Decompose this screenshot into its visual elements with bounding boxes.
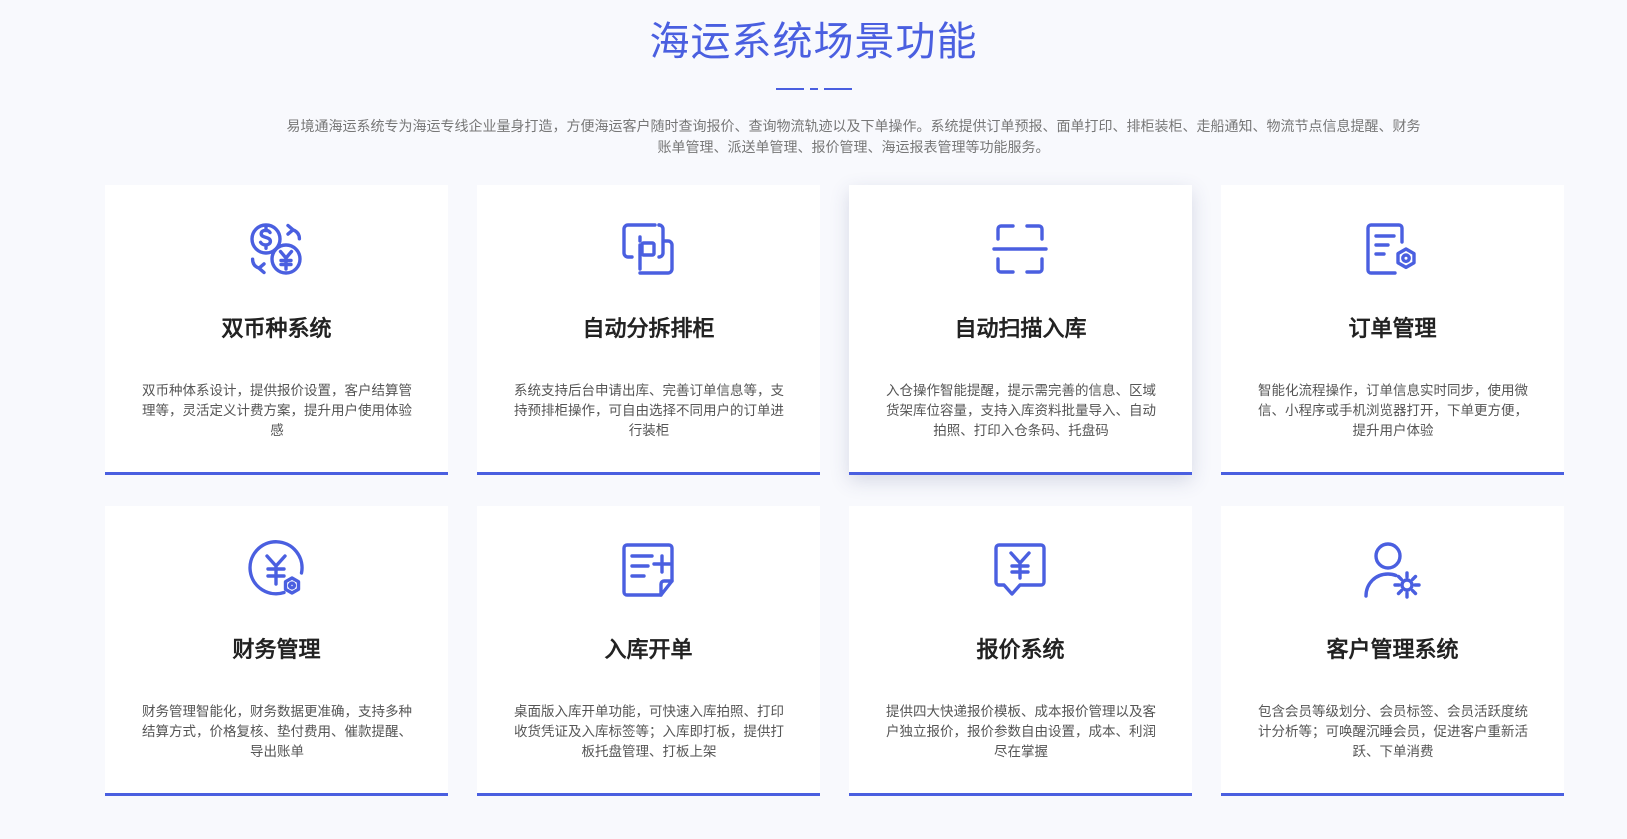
feature-title: 入库开单	[604, 638, 693, 663]
finance-yen-icon	[246, 540, 306, 600]
title-divider	[775, 88, 852, 91]
feature-card-inbound-order[interactable]: 入库开单 桌面版入库开单功能，可快速入库拍照、打印收货凭证及入库标签等；入库即打…	[477, 506, 820, 796]
feature-title: 订单管理	[1348, 317, 1437, 342]
document-add-icon	[618, 540, 678, 600]
scan-icon	[990, 219, 1050, 279]
page-description: 易境通海运系统专为海运专线企业量身打造，方便海运客户随时查询报价、查询物流轨迹以…	[286, 119, 1421, 156]
feature-text: 提供四大快递报价模板、成本报价管理以及客户独立报价，报价参数自由设置，成本、利润…	[886, 704, 1156, 760]
feature-card-dual-currency[interactable]: 双币种系统 双币种体系设计，提供报价设置，客户结算管理等，灵活定义计费方案，提升…	[105, 185, 448, 475]
currency-exchange-icon	[246, 219, 306, 279]
feature-text: 桌面版入库开单功能，可快速入库拍照、打印收货凭证及入库标签等；入库即打板，提供打…	[514, 704, 784, 760]
feature-text: 财务管理智能化，财务数据更准确，支持多种结算方式，价格复核、垫付费用、催款提醒、…	[142, 704, 412, 760]
feature-title: 自动扫描入库	[954, 317, 1087, 342]
feature-title: 财务管理	[232, 638, 321, 663]
feature-card-quotation[interactable]: 报价系统 提供四大快递报价模板、成本报价管理以及客户独立报价，报价参数自由设置，…	[849, 506, 1192, 796]
feature-title: 客户管理系统	[1326, 638, 1459, 663]
split-boxes-icon	[618, 219, 678, 279]
feature-card-customer-management[interactable]: 客户管理系统 包含会员等级划分、会员标签、会员活跃度统计分析等；可唤醒沉睡会员，…	[1221, 506, 1564, 796]
quote-message-icon	[990, 540, 1050, 600]
page-title: 海运系统场景功能	[649, 19, 978, 65]
feature-card-auto-split[interactable]: 自动分拆排柜 系统支持后台申请出库、完善订单信息等，支持预排柜操作，可自由选择不…	[477, 185, 820, 475]
feature-title: 报价系统	[976, 638, 1065, 663]
feature-text: 系统支持后台申请出库、完善订单信息等，支持预排柜操作，可自由选择不同用户的订单进…	[514, 383, 784, 439]
feature-card-finance[interactable]: 财务管理 财务管理智能化，财务数据更准确，支持多种结算方式，价格复核、垫付费用、…	[105, 506, 448, 796]
feature-title: 自动分拆排柜	[582, 317, 715, 342]
user-settings-icon	[1362, 540, 1422, 600]
feature-text: 双币种体系设计，提供报价设置，客户结算管理等，灵活定义计费方案，提升用户使用体验…	[142, 383, 412, 439]
feature-title: 双币种系统	[221, 317, 332, 342]
feature-text: 入仓操作智能提醒，提示需完善的信息、区域货架库位容量，支持入库资料批量导入、自动…	[886, 383, 1156, 439]
feature-text: 智能化流程操作，订单信息实时同步，使用微信、小程序或手机浏览器打开，下单更方便，…	[1258, 383, 1528, 439]
feature-text: 包含会员等级划分、会员标签、会员活跃度统计分析等；可唤醒沉睡会员，促进客户重新活…	[1258, 704, 1528, 760]
feature-card-auto-scan[interactable]: 自动扫描入库 入仓操作智能提醒，提示需完善的信息、区域货架库位容量，支持入库资料…	[849, 185, 1192, 475]
feature-card-order-management[interactable]: 订单管理 智能化流程操作，订单信息实时同步，使用微信、小程序或手机浏览器打开，下…	[1221, 185, 1564, 475]
order-settings-icon	[1362, 219, 1422, 279]
